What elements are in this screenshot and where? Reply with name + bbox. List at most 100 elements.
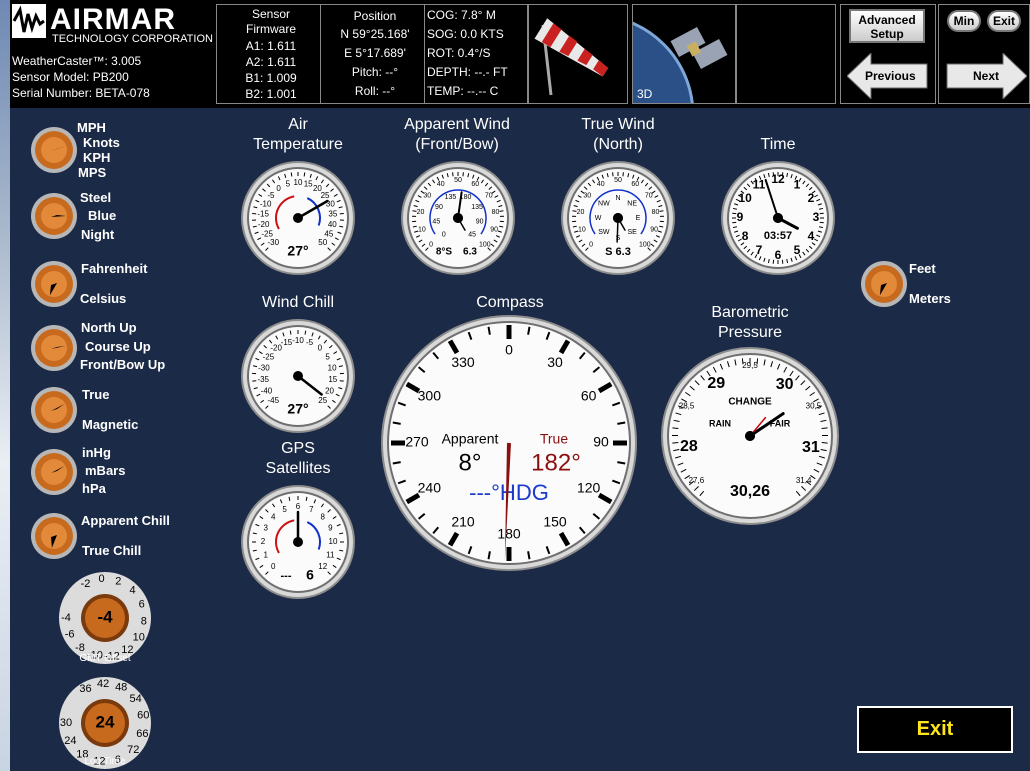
gauge-tick-label: 7 xyxy=(309,505,314,514)
true-wind-gauge: 0 10 20 30 40 50 60 70 80 90 100 N NE E SE S SW W NW S 6.3 xyxy=(561,161,675,275)
compass-point-label: SE xyxy=(627,229,637,236)
orient-knob[interactable] xyxy=(30,324,78,372)
compass-tick-label: 180 xyxy=(497,526,521,542)
theme-option-label[interactable]: Steel xyxy=(80,190,111,205)
gauge-tick-label: -20 xyxy=(258,220,270,229)
compass-point-label: S xyxy=(616,235,621,242)
compass-tick xyxy=(527,551,531,560)
time-gauge: 12 12 3 45678 9 1011 03:57 xyxy=(721,161,835,275)
empty-panel xyxy=(736,4,836,104)
speed-knob[interactable] xyxy=(30,126,78,174)
gauge-tick-label: -10 xyxy=(260,200,272,209)
gauge-tick-label: 30 xyxy=(423,193,431,200)
gps-title-1: GPS xyxy=(281,440,315,457)
speed-option-label[interactable]: Knots xyxy=(83,135,120,150)
firmware-a2: A2: 1.611 xyxy=(245,55,297,69)
gauge-tick-label: -15 xyxy=(281,338,293,347)
gauge-tick xyxy=(290,172,293,177)
heading_ref-option-label[interactable]: Magnetic xyxy=(82,417,138,432)
gauge-tick-label: -25 xyxy=(263,352,275,361)
dial-tick-label: 60 xyxy=(137,710,149,722)
setup-panel: Advanced Setup Previous xyxy=(840,4,936,104)
gauge-tick-label: 80 xyxy=(492,209,500,216)
gauge-tick-label: 0 xyxy=(429,242,433,249)
advanced-setup-line1: Advanced xyxy=(858,13,916,27)
compass-point-label: E xyxy=(636,215,641,222)
next-button-label[interactable]: Next xyxy=(973,69,999,83)
min-button[interactable]: Min xyxy=(947,10,981,32)
pressure_unit-option-label[interactable]: inHg xyxy=(82,445,111,460)
length-option-label[interactable]: Meters xyxy=(909,291,951,306)
theme-knob[interactable] xyxy=(30,192,78,240)
log-time-label: Log Time xyxy=(84,756,126,767)
gauge-tick-label: 8 xyxy=(321,512,326,521)
compass-tick-label: 150 xyxy=(543,513,567,529)
clock-number: 7 xyxy=(756,243,763,257)
speed-option-label[interactable]: MPH xyxy=(77,120,106,135)
speed-option-label[interactable]: KPH xyxy=(83,150,110,165)
heading_ref-option-label[interactable]: True xyxy=(82,387,109,402)
clock-number: 6 xyxy=(775,248,782,262)
pressure_unit-option-label[interactable]: hPa xyxy=(82,481,106,496)
wind-chill-title: Wind Chill xyxy=(261,294,334,311)
gauge-tick-label: -15 xyxy=(257,210,269,219)
gauge-tick-label: 20 xyxy=(577,209,585,216)
chill-option-label[interactable]: True Chill xyxy=(82,543,141,558)
gauge-tick-label: 10 xyxy=(329,537,338,546)
compass-point-label: W xyxy=(595,215,602,222)
gauge-tick-label: 50 xyxy=(614,177,622,184)
heading_ref-knob[interactable] xyxy=(30,386,78,434)
temp_unit-option-label[interactable]: Fahrenheit xyxy=(81,261,147,276)
speed-option-label[interactable]: MPS xyxy=(78,165,106,180)
dial-tick-label: 24 xyxy=(64,735,76,747)
pressure_unit-option-label[interactable]: mBars xyxy=(85,463,125,478)
wind-chill-gauge: -45-40-35-30-25-20-15 -10 -5051015202527° xyxy=(241,319,355,433)
clock-number: 2 xyxy=(808,191,815,205)
chill-option-label[interactable]: Apparent Chill xyxy=(81,513,170,528)
previous-button-label[interactable]: Previous xyxy=(865,69,916,83)
dial-tick-label: 66 xyxy=(136,728,148,740)
barometer-minor-label: 28,5 xyxy=(679,402,695,411)
temp_unit-knob[interactable] xyxy=(30,260,78,308)
clock-digital-readout: 03:57 xyxy=(764,230,792,242)
compass-tick xyxy=(487,551,491,560)
chill-knob[interactable] xyxy=(30,512,78,560)
apparent-wind-dir: 8°S xyxy=(436,247,453,258)
orient-option-label[interactable]: Course Up xyxy=(85,339,151,354)
nav-depth: DEPTH: --.- FT xyxy=(427,65,508,79)
gauge-tick-label: 70 xyxy=(485,193,493,200)
barometer-minor-label: 29,5 xyxy=(742,361,758,370)
clock-number: 8 xyxy=(742,229,749,243)
orient-option-label[interactable]: Front/Bow Up xyxy=(80,357,165,372)
gauge-tick-label: 20 xyxy=(325,386,334,395)
dial-value: -4 xyxy=(97,607,113,626)
dial-tick-label: 0 xyxy=(99,573,105,585)
needle-hub xyxy=(293,371,303,381)
advanced-setup-button[interactable]: Advanced Setup xyxy=(849,9,925,43)
apparent-wind-title-1: Apparent Wind xyxy=(404,116,510,133)
air-temperature-gauge: -30-25-20-15-10-50 5 10 15 2025303540455027° xyxy=(241,161,355,275)
gauge-tick-label: 135 xyxy=(445,194,457,201)
length-knob[interactable] xyxy=(860,260,908,308)
temp_unit-option-label[interactable]: Celsius xyxy=(80,291,126,306)
clock-number: 5 xyxy=(794,243,801,257)
compass-title: Compass xyxy=(476,294,544,311)
theme-option-label[interactable]: Night xyxy=(81,227,114,242)
gauge-tick xyxy=(499,210,504,212)
gauge-tick-label: 135 xyxy=(471,204,483,211)
needle-hub xyxy=(293,537,303,547)
dial-tick-label: 4 xyxy=(130,584,136,596)
exit-small-button[interactable]: Exit xyxy=(987,10,1021,32)
exit-button[interactable]: Exit xyxy=(857,706,1013,753)
compass-tick-label: 330 xyxy=(451,354,475,370)
compass-point-label: NW xyxy=(598,201,610,208)
pressure_unit-knob[interactable] xyxy=(30,448,78,496)
orient-option-label[interactable]: North Up xyxy=(81,320,137,335)
gauge-tick-label: 10 xyxy=(418,227,426,234)
gmt-offset-dial[interactable]: -2 0 24681012-12-10-8-6-4 -4 xyxy=(52,568,158,666)
dial-tick-label: 42 xyxy=(97,678,109,690)
compass-point-label: NE xyxy=(627,201,637,208)
theme-option-label[interactable]: Blue xyxy=(88,208,116,223)
advanced-setup-line2: Setup xyxy=(870,27,904,41)
length-option-label[interactable]: Feet xyxy=(909,261,936,276)
